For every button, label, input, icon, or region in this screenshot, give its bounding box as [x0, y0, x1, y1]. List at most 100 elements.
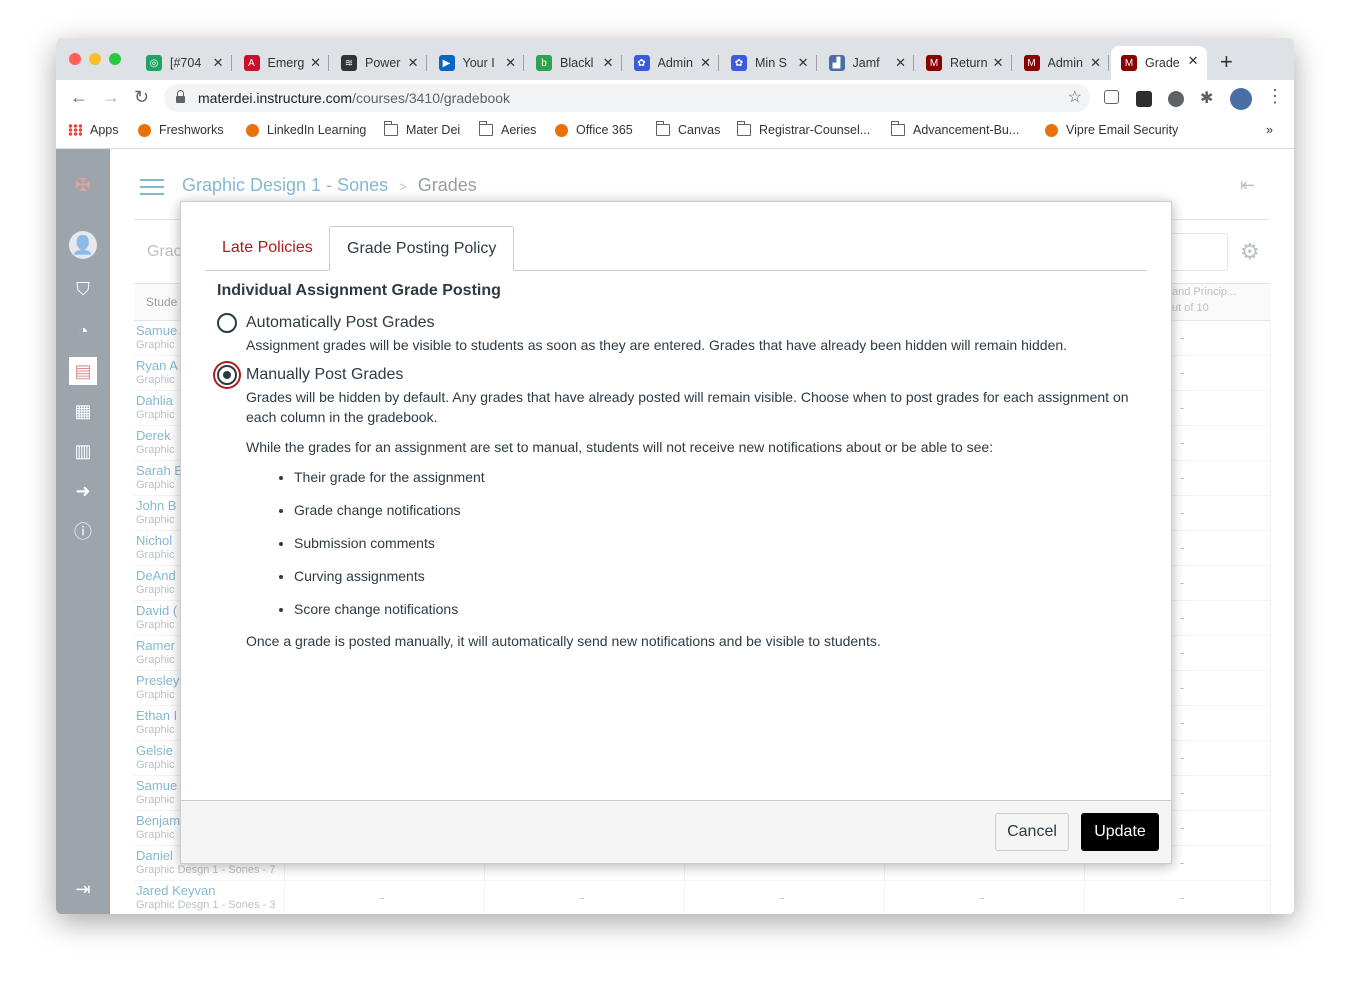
lock-icon [176, 90, 185, 103]
browser-tab[interactable]: b Blackl ✕ [526, 48, 622, 78]
auto-post-radio[interactable] [217, 313, 237, 333]
tab-title: Jamf [852, 56, 880, 70]
hidden-items-list: Their grade for the assignment Grade cha… [246, 467, 485, 632]
bookmark-label: Vipre Email Security [1066, 123, 1179, 137]
browser-tab[interactable]: ✿ Admin ✕ [624, 48, 719, 78]
close-tab-icon[interactable]: ✕ [310, 55, 321, 71]
browser-tab[interactable]: M Return ✕ [916, 48, 1012, 78]
browser-tab[interactable]: ▶ Your I ✕ [429, 48, 524, 78]
profile-avatar[interactable] [1230, 88, 1252, 110]
browser-tab[interactable]: ✿ Min S ✕ [721, 48, 817, 78]
browser-tab[interactable]: A Emerg ✕ [234, 48, 329, 78]
close-tab-icon[interactable]: ✕ [603, 55, 614, 71]
gradebook-settings-modal: Late Policies Grade Posting Policy Indiv… [180, 201, 1172, 864]
auto-post-description: Assignment grades will be visible to stu… [246, 337, 1068, 353]
extension-screen-icon[interactable] [1104, 90, 1119, 104]
tab-separator [328, 55, 329, 71]
bookmark-label: Advancement-Bu... [913, 123, 1020, 137]
close-tab-icon[interactable]: ✕ [1090, 55, 1101, 71]
bookmark-item[interactable]: Freshworks [138, 123, 224, 137]
site-favicon-icon [1045, 123, 1058, 137]
bookmark-label: Freshworks [159, 123, 224, 137]
canvas-page: ✠ 👤 ⛉ ◔ ▤ ▦ ▥ ➜ ⓘ ⇥ Graphic Design 1 - S… [56, 149, 1294, 914]
tab-title: Your I [462, 56, 495, 70]
extension-selenium-icon[interactable] [1136, 91, 1152, 107]
list-item: Their grade for the assignment [294, 467, 485, 500]
close-tab-icon[interactable]: ✕ [1188, 53, 1199, 69]
browser-toolbar: ← → ↻ materdei.instructure.com/courses/3… [56, 80, 1294, 116]
tab-separator [1010, 55, 1012, 71]
tab-favicon-icon: M [1121, 55, 1137, 71]
tab-favicon-icon: ▶ [438, 55, 455, 71]
site-favicon-icon [555, 123, 568, 137]
apps-grid-icon [68, 124, 82, 136]
zoom-window-button[interactable] [109, 53, 121, 65]
browser-tab[interactable]: ◎ [#704 ✕ [136, 48, 232, 78]
list-item: Score change notifications [294, 599, 485, 632]
bookmark-item[interactable]: Vipre Email Security [1045, 123, 1178, 137]
tab-title: Grade [1145, 56, 1180, 70]
close-tab-icon[interactable]: ✕ [408, 55, 419, 71]
new-tab-button[interactable]: + [1220, 49, 1233, 75]
browser-menu-icon[interactable]: ⋮ [1266, 86, 1284, 107]
tab-separator [523, 55, 524, 71]
browser-tab[interactable]: ▟ Jamf ✕ [819, 48, 914, 78]
tab-favicon-icon: b [536, 55, 552, 71]
close-tab-icon[interactable]: ✕ [993, 55, 1004, 71]
modal-footer: Cancel Update [181, 800, 1171, 863]
close-tab-icon[interactable]: ✕ [213, 55, 224, 71]
close-tab-icon[interactable]: ✕ [895, 55, 906, 71]
extension-circle-icon[interactable] [1168, 91, 1184, 107]
tab-separator [718, 55, 719, 71]
tab-favicon-icon: ✿ [731, 55, 747, 71]
bookmark-item[interactable]: Aeries [478, 121, 536, 137]
tab-separator [913, 55, 914, 71]
browser-tab[interactable]: M Admin ✕ [1014, 48, 1109, 78]
bookmark-item[interactable]: LinkedIn Learning [246, 123, 366, 137]
update-button[interactable]: Update [1081, 813, 1159, 851]
manual-post-description: Grades will be hidden by default. Any gr… [246, 389, 1129, 425]
reload-button[interactable]: ↻ [134, 87, 149, 108]
bookmark-item[interactable]: Registrar-Counsel... [736, 121, 870, 137]
bookmark-item[interactable]: Mater Dei [383, 121, 460, 137]
auto-post-label[interactable]: Automatically Post Grades [246, 314, 435, 332]
close-tab-icon[interactable]: ✕ [700, 55, 711, 71]
manual-post-radio[interactable] [217, 365, 237, 385]
bookmark-item[interactable]: Advancement-Bu... [890, 121, 1020, 137]
back-button[interactable]: ← [70, 87, 88, 108]
tab-favicon-icon: ▟ [828, 55, 845, 71]
close-tab-icon[interactable]: ✕ [505, 55, 516, 71]
site-favicon-icon [138, 123, 151, 137]
tab-favicon-icon: ◎ [146, 55, 162, 71]
folder-icon [383, 121, 398, 136]
tab-favicon-icon: M [926, 55, 942, 71]
cancel-button[interactable]: Cancel [995, 813, 1069, 851]
manual-post-note: While the grades for an assignment are s… [246, 439, 994, 455]
bookmark-item[interactable]: Canvas [655, 121, 720, 137]
extensions-puzzle-icon[interactable]: ✱ [1200, 88, 1216, 107]
bookmark-item[interactable]: Apps [68, 123, 119, 137]
browser-tab[interactable]: M Grade ✕ [1111, 46, 1207, 80]
tab-favicon-icon: M [1023, 55, 1040, 71]
address-bar[interactable]: materdei.instructure.com/courses/3410/gr… [164, 84, 1090, 112]
close-tab-icon[interactable]: ✕ [798, 55, 809, 71]
minimize-window-button[interactable] [89, 53, 101, 65]
close-window-button[interactable] [69, 53, 81, 65]
tab-late-policies[interactable]: Late Policies [205, 226, 330, 270]
folder-icon [736, 121, 751, 136]
bookmark-star-icon[interactable]: ☆ [1068, 87, 1082, 107]
bookmarks-bar: Apps Freshworks LinkedIn Learning Mater Dei… [56, 116, 1294, 149]
modal-tabs: Late Policies Grade Posting Policy [205, 226, 1147, 271]
more-bookmarks-button[interactable]: » [1266, 123, 1273, 137]
forward-button[interactable]: → [102, 87, 120, 108]
tab-grade-posting-policy[interactable]: Grade Posting Policy [329, 226, 515, 271]
section-heading: Individual Assignment Grade Posting [217, 282, 501, 299]
bookmark-label: Office 365 [576, 123, 633, 137]
tab-favicon-icon: ✿ [633, 55, 650, 71]
list-item: Grade change notifications [294, 500, 485, 533]
url-text: materdei.instructure.com/courses/3410/gr… [198, 90, 511, 106]
manual-post-label[interactable]: Manually Post Grades [246, 366, 403, 384]
posted-manually-note: Once a grade is posted manually, it will… [246, 633, 881, 649]
bookmark-item[interactable]: Office 365 [555, 123, 633, 137]
browser-tab[interactable]: ≋ Power ✕ [331, 48, 427, 78]
